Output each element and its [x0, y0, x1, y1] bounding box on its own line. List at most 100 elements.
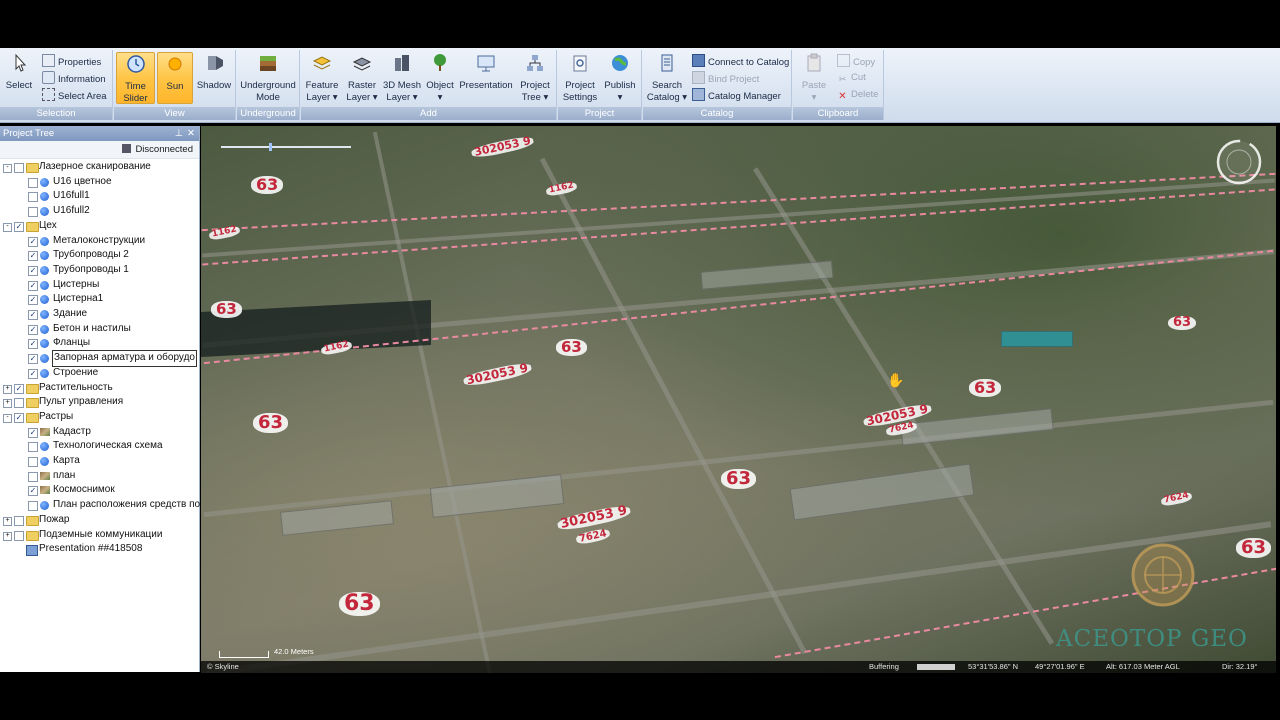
pin-icon[interactable]: ⊥ [175, 126, 183, 141]
object-label: Object [426, 80, 454, 91]
collapse-icon[interactable]: - [3, 222, 12, 232]
visibility-checkbox[interactable]: ✓ [14, 383, 24, 394]
visibility-checkbox[interactable] [28, 442, 38, 453]
information-button[interactable]: Information [42, 71, 106, 85]
project-group: Project Settings Publish ▾ Project [558, 50, 642, 120]
information-icon [42, 71, 55, 84]
bind-project-button[interactable]: Bind Project [692, 71, 759, 85]
catalog-manager-button[interactable]: Catalog Manager [692, 88, 781, 102]
feature-layer-button[interactable]: Feature Layer ▾ [303, 52, 341, 104]
select-area-button[interactable]: Select Area [42, 88, 107, 102]
visibility-checkbox[interactable]: ✓ [14, 412, 24, 423]
visibility-checkbox[interactable]: ✓ [28, 236, 38, 247]
expand-icon[interactable]: + [3, 399, 12, 409]
underground-mode-button[interactable]: Underground Mode [239, 52, 297, 104]
shadow-button[interactable]: Shadow [195, 52, 233, 104]
tree-item-label: Трубопроводы 2 [53, 249, 129, 261]
visibility-checkbox[interactable] [14, 515, 24, 526]
collapse-icon[interactable]: - [3, 413, 12, 423]
project-settings-button[interactable]: Project Settings [560, 52, 600, 104]
properties-icon [42, 54, 55, 67]
layer-icon [40, 192, 49, 202]
visibility-checkbox[interactable] [14, 530, 24, 541]
map-3d-view[interactable]: 63 63 63 63 63 63 63 63 63 302053 9 3020… [201, 126, 1276, 673]
globe-icon [612, 55, 628, 71]
folder-icon [26, 412, 39, 423]
catalog-icon [661, 54, 673, 72]
time-slider-track[interactable] [221, 143, 351, 151]
visibility-checkbox[interactable]: ✓ [28, 486, 38, 497]
properties-button[interactable]: Properties [42, 54, 101, 68]
tree-item-label: Лазерное сканирование [39, 161, 151, 172]
scissors-icon: ✂ [838, 74, 847, 84]
layer-icon [40, 177, 49, 187]
feature-layer-label-2: Layer ▾ [306, 92, 338, 103]
mesh-layer-label-1: 3D Mesh [382, 80, 421, 91]
close-panel-icon[interactable]: ✕ [187, 126, 195, 141]
visibility-checkbox[interactable]: ✓ [28, 251, 38, 262]
copy-button[interactable]: Copy [837, 54, 875, 68]
paste-button[interactable]: Paste ▾ [797, 52, 831, 104]
expand-icon[interactable]: + [3, 516, 12, 526]
delete-button[interactable]: ✕ Delete [837, 88, 878, 102]
folder-icon [26, 383, 39, 394]
time-slider-button[interactable]: Time Slider [116, 52, 155, 104]
visibility-checkbox[interactable] [28, 457, 38, 467]
buffering-label: Buffering [869, 662, 899, 671]
expand-icon[interactable]: + [3, 384, 12, 394]
visibility-checkbox[interactable]: ✓ [28, 368, 38, 379]
tree-item-label: Пульт управления [39, 396, 124, 408]
visibility-checkbox[interactable]: ✓ [28, 310, 38, 320]
visibility-checkbox[interactable]: ✓ [14, 221, 24, 232]
presentation-button[interactable]: Presentation [458, 52, 514, 104]
layer-icon [40, 368, 49, 378]
clipboard-group-label: Clipboard [793, 107, 883, 120]
visibility-checkbox[interactable]: ✓ [28, 339, 38, 350]
visibility-checkbox[interactable]: ✓ [28, 280, 38, 291]
direction-readout: Dir: 32.19° [1222, 662, 1258, 671]
tree-object-icon [434, 54, 446, 71]
raster-layer-label-2: Layer ▾ [346, 92, 378, 103]
expand-icon[interactable]: + [3, 531, 12, 541]
layer-icon [40, 236, 49, 246]
sun-button[interactable]: Sun [157, 52, 193, 104]
selection-group: Select Properties Information Select Are… [0, 50, 113, 120]
tree-item-label: Цистерна1 [53, 293, 104, 305]
tree-item-label: Карта [53, 455, 80, 466]
cut-button[interactable]: ✂ Cut [837, 71, 866, 85]
visibility-checkbox[interactable] [14, 163, 24, 173]
publish-button[interactable]: Publish ▾ [602, 52, 638, 104]
visibility-checkbox[interactable] [14, 398, 24, 409]
visibility-checkbox[interactable]: ✓ [28, 354, 38, 365]
watermark-logo-text: ACEOTOP GEO [1056, 626, 1248, 652]
select-button[interactable]: Select [4, 52, 34, 104]
view-group-label: View [114, 107, 235, 120]
underground-mode-label-1: Underground [240, 80, 296, 91]
visibility-checkbox[interactable]: ✓ [28, 324, 38, 335]
visibility-checkbox[interactable]: ✓ [28, 265, 38, 276]
visibility-checkbox[interactable]: ✓ [28, 295, 38, 306]
layer-icon [40, 251, 49, 261]
mesh-layer-button[interactable]: 3D Mesh Layer ▾ [382, 52, 422, 104]
project-tree-button[interactable]: Project Tree ▾ [516, 52, 554, 104]
visibility-checkbox[interactable]: ✓ [28, 427, 38, 438]
object-button[interactable]: Object ▾ [424, 52, 456, 104]
visibility-checkbox[interactable] [28, 501, 38, 512]
time-slider-thumb[interactable] [269, 143, 272, 151]
underground-group-label: Underground [237, 107, 299, 120]
cadastre-label: 63 [253, 413, 289, 433]
connect-icon [692, 54, 705, 67]
cadastre-label: 63 [251, 176, 284, 194]
connect-catalog-button[interactable]: Connect to Catalog [692, 54, 789, 68]
compass-icon[interactable] [1213, 136, 1265, 188]
collapse-icon[interactable]: - [3, 164, 12, 173]
search-catalog-label-2: Catalog ▾ [646, 92, 688, 103]
visibility-checkbox[interactable] [28, 471, 38, 482]
visibility-checkbox[interactable] [28, 192, 38, 203]
visibility-checkbox[interactable] [28, 177, 38, 188]
raster-layer-button[interactable]: Raster Layer ▾ [343, 52, 381, 104]
visibility-checkbox[interactable] [28, 207, 38, 218]
tree-item-label: Пожар [39, 513, 70, 525]
scale-text: 42.0 Meters [274, 647, 314, 656]
search-catalog-button[interactable]: Search Catalog ▾ [645, 52, 689, 104]
